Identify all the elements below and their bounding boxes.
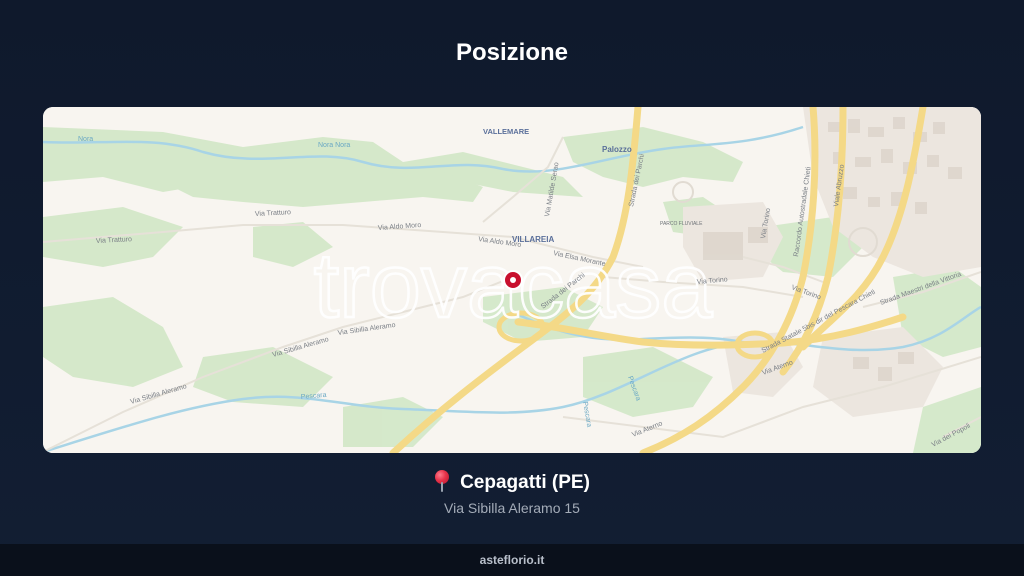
map-label-nora-2: Nora Nora [318,142,350,149]
location-address: Via Sibilla Aleramo 15 [444,500,580,516]
round-pushpin-icon [434,470,450,492]
map-label-vallemare: VALLEMARE [483,127,529,136]
map-label-nora: Nora [78,136,93,143]
map-label-palozzo: Palozzo [602,145,632,154]
location-city: Cepagatti (PE) [460,472,590,493]
footer-site-link[interactable]: asteflorio.it [480,553,545,567]
location-marker[interactable] [503,270,523,290]
location-heading: Cepagatti (PE) [0,470,1024,496]
page-title: Posizione [455,39,569,66]
location-map[interactable]: trovacasa VALLEMARE Palozzo VILLAREIA PA… [43,107,981,453]
map-label-parco-fluviale: PARCO FLUVIALE [660,221,703,227]
footer: asteflorio.it [0,544,1024,576]
map-canvas: trovacasa VALLEMARE Palozzo VILLAREIA PA… [43,107,981,453]
